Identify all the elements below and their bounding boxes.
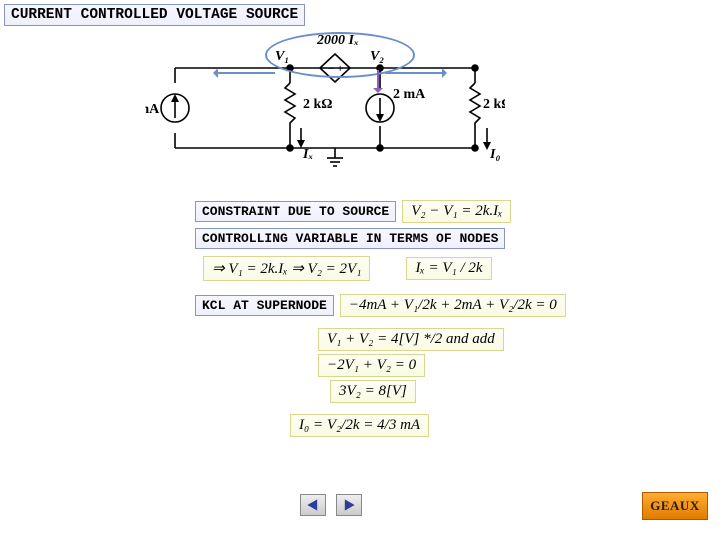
- prev-button[interactable]: [300, 494, 326, 516]
- annotation-arrow: [377, 70, 379, 92]
- triangle-left-icon: [306, 498, 320, 512]
- derivation-eq-1: V₁ + V₂ = 4[V] */2 and add: [318, 328, 504, 351]
- geaux-button[interactable]: GEAUX: [642, 492, 708, 520]
- left-source-label: 4 mA: [145, 102, 160, 117]
- nav-controls: [300, 494, 362, 516]
- svg-text:− +: − +: [328, 63, 343, 75]
- triangle-right-icon: [342, 498, 356, 512]
- dep-source-label: 2000 Iₓ: [316, 33, 359, 48]
- constraint-label: CONSTRAINT DUE TO SOURCE: [195, 201, 396, 222]
- derivation-eq-2: −2V₁ + V₂ = 0: [318, 354, 425, 377]
- r-mid-label: 2 kΩ: [303, 97, 333, 112]
- ix-label: Iₓ: [302, 147, 313, 162]
- controlling-eq1: ⇒ V₁ = 2k.Iₓ ⇒ V₂ = 2V₁: [203, 256, 370, 281]
- node-v2-label: V₂: [370, 49, 384, 64]
- controlling-label: CONTROLLING VARIABLE IN TERMS OF NODES: [195, 228, 505, 249]
- final-io-equation: I₀ = V₂/2k = 4/3 mA: [290, 414, 429, 437]
- circuit-diagram: − + 2000 Iₓ V₁ V₂ 4 mA 2 kΩ: [145, 28, 505, 178]
- controlling-eq2: Iₓ = V₁ / 2k: [406, 257, 491, 280]
- node-v1-label: V₁: [275, 49, 289, 64]
- derivation-eq-3: 3V₂ = 8[V]: [330, 380, 416, 403]
- io-label: I₀: [489, 147, 500, 162]
- kcl-equation: −4mA + V₁/2k + 2mA + V₂/2k = 0: [340, 294, 566, 317]
- constraint-equation: V₂ − V₁ = 2k.Iₓ: [402, 200, 511, 223]
- annotation-arrow: [385, 72, 445, 74]
- kcl-label: KCL AT SUPERNODE: [195, 295, 334, 316]
- right-source-label: 2 mA: [393, 87, 426, 102]
- r-right-label: 2 kΩ: [483, 97, 505, 112]
- next-button[interactable]: [336, 494, 362, 516]
- page-title: CURRENT CONTROLLED VOLTAGE SOURCE: [4, 4, 305, 26]
- annotation-arrow: [215, 72, 275, 74]
